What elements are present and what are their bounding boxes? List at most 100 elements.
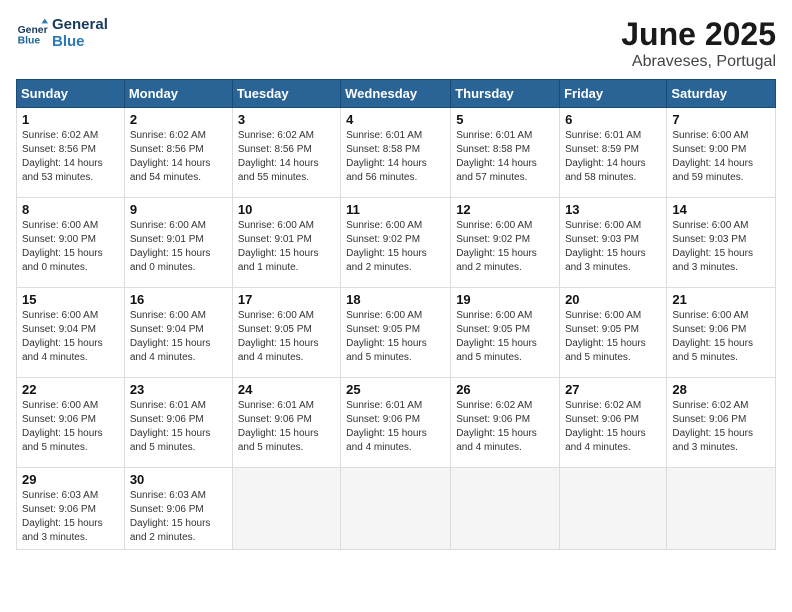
day-info: Sunrise: 6:00 AMSunset: 9:05 PMDaylight:… [346,309,445,365]
logo-general: General [52,16,108,33]
day-info: Sunrise: 6:02 AMSunset: 8:56 PMDaylight:… [238,129,335,185]
day-cell-12: 12Sunrise: 6:00 AMSunset: 9:02 PMDayligh… [451,198,560,288]
day-number: 26 [456,382,554,397]
day-number: 24 [238,382,335,397]
day-number: 3 [238,112,335,127]
day-cell-9: 9 Sunrise: 6:00 AMSunset: 9:01 PMDaylight… [124,198,232,288]
day-cell-28: 28Sunrise: 6:02 AMSunset: 9:06 PMDayligh… [667,378,776,468]
day-info: Sunrise: 6:00 AMSunset: 9:00 PMDaylight:… [672,129,770,185]
weekday-header-tuesday: Tuesday [232,80,340,108]
day-number: 4 [346,112,445,127]
day-number: 18 [346,292,445,307]
logo-icon: General Blue [16,17,48,49]
day-number: 6 [565,112,661,127]
day-cell-1: 1 Sunrise: 6:02 AMSunset: 8:56 PMDaylight… [17,108,125,198]
weekday-header-monday: Monday [124,80,232,108]
day-info: Sunrise: 6:02 AMSunset: 9:06 PMDaylight:… [456,399,554,455]
day-number: 1 [22,112,119,127]
day-cell-29: 29Sunrise: 6:03 AMSunset: 9:06 PMDayligh… [17,468,125,550]
empty-cell [560,468,667,550]
day-number: 5 [456,112,554,127]
day-number: 25 [346,382,445,397]
day-number: 22 [22,382,119,397]
week-row-2: 8 Sunrise: 6:00 AMSunset: 9:00 PMDaylight… [17,198,776,288]
day-cell-17: 17Sunrise: 6:00 AMSunset: 9:05 PMDayligh… [232,288,340,378]
day-number: 21 [672,292,770,307]
day-info: Sunrise: 6:00 AMSunset: 9:06 PMDaylight:… [672,309,770,365]
day-info: Sunrise: 6:00 AMSunset: 9:03 PMDaylight:… [565,219,661,275]
day-info: Sunrise: 6:00 AMSunset: 9:02 PMDaylight:… [456,219,554,275]
day-info: Sunrise: 6:00 AMSunset: 9:01 PMDaylight:… [238,219,335,275]
day-info: Sunrise: 6:00 AMSunset: 9:04 PMDaylight:… [22,309,119,365]
day-info: Sunrise: 6:01 AMSunset: 9:06 PMDaylight:… [130,399,227,455]
day-info: Sunrise: 6:02 AMSunset: 8:56 PMDaylight:… [22,129,119,185]
day-number: 20 [565,292,661,307]
empty-cell [451,468,560,550]
day-cell-7: 7Sunrise: 6:00 AMSunset: 9:00 PMDaylight… [667,108,776,198]
weekday-header-row: SundayMondayTuesdayWednesdayThursdayFrid… [17,80,776,108]
weekday-header-wednesday: Wednesday [341,80,451,108]
day-number: 19 [456,292,554,307]
day-info: Sunrise: 6:00 AMSunset: 9:01 PMDaylight:… [130,219,227,275]
day-cell-19: 19 Sunrise: 6:00 AMSunset: 9:05 PMDayligh… [451,288,560,378]
empty-cell [232,468,340,550]
day-info: Sunrise: 6:00 AMSunset: 9:04 PMDaylight:… [130,309,227,365]
day-cell-5: 5 Sunrise: 6:01 AMSunset: 8:58 PMDaylight… [451,108,560,198]
day-cell-27: 27 Sunrise: 6:02 AMSunset: 9:06 PMDayligh… [560,378,667,468]
day-number: 13 [565,202,661,217]
logo-blue: Blue [52,33,108,50]
day-cell-2: 2Sunrise: 6:02 AMSunset: 8:56 PMDaylight… [124,108,232,198]
day-cell-23: 23Sunrise: 6:01 AMSunset: 9:06 PMDayligh… [124,378,232,468]
day-number: 28 [672,382,770,397]
svg-text:General: General [18,25,48,36]
day-info: Sunrise: 6:02 AMSunset: 9:06 PMDaylight:… [565,399,661,455]
day-cell-24: 24 Sunrise: 6:01 AMSunset: 9:06 PMDayligh… [232,378,340,468]
svg-text:Blue: Blue [18,35,41,46]
day-info: Sunrise: 6:01 AMSunset: 9:06 PMDaylight:… [238,399,335,455]
day-info: Sunrise: 6:01 AMSunset: 8:59 PMDaylight:… [565,129,661,185]
week-row-5: 29Sunrise: 6:03 AMSunset: 9:06 PMDayligh… [17,468,776,550]
weekday-header-friday: Friday [560,80,667,108]
day-number: 9 [130,202,227,217]
day-cell-25: 25 Sunrise: 6:01 AMSunset: 9:06 PMDayligh… [341,378,451,468]
day-cell-6: 6 Sunrise: 6:01 AMSunset: 8:59 PMDaylight… [560,108,667,198]
day-cell-20: 20 Sunrise: 6:00 AMSunset: 9:05 PMDayligh… [560,288,667,378]
day-cell-14: 14 Sunrise: 6:00 AMSunset: 9:03 PMDayligh… [667,198,776,288]
title-area: June 2025 Abraveses, Portugal [621,16,776,71]
logo: General Blue General Blue [16,16,108,50]
day-cell-4: 4Sunrise: 6:01 AMSunset: 8:58 PMDaylight… [341,108,451,198]
day-info: Sunrise: 6:02 AMSunset: 8:56 PMDaylight:… [130,129,227,185]
day-number: 27 [565,382,661,397]
empty-cell [341,468,451,550]
day-cell-21: 21 Sunrise: 6:00 AMSunset: 9:06 PMDayligh… [667,288,776,378]
month-title: June 2025 [621,16,776,53]
day-cell-13: 13 Sunrise: 6:00 AMSunset: 9:03 PMDayligh… [560,198,667,288]
day-info: Sunrise: 6:01 AMSunset: 8:58 PMDaylight:… [456,129,554,185]
day-cell-10: 10 Sunrise: 6:00 AMSunset: 9:01 PMDayligh… [232,198,340,288]
day-number: 17 [238,292,335,307]
week-row-1: 1 Sunrise: 6:02 AMSunset: 8:56 PMDaylight… [17,108,776,198]
day-cell-26: 26 Sunrise: 6:02 AMSunset: 9:06 PMDayligh… [451,378,560,468]
day-info: Sunrise: 6:00 AMSunset: 9:06 PMDaylight:… [22,399,119,455]
empty-cell [667,468,776,550]
day-number: 14 [672,202,770,217]
day-info: Sunrise: 6:03 AMSunset: 9:06 PMDaylight:… [22,489,119,545]
header: General Blue General Blue June 2025 Abra… [16,16,776,71]
day-info: Sunrise: 6:00 AMSunset: 9:05 PMDaylight:… [565,309,661,365]
day-info: Sunrise: 6:01 AMSunset: 9:06 PMDaylight:… [346,399,445,455]
location-title: Abraveses, Portugal [621,53,776,71]
day-info: Sunrise: 6:03 AMSunset: 9:06 PMDaylight:… [130,489,227,545]
day-cell-3: 3 Sunrise: 6:02 AMSunset: 8:56 PMDaylight… [232,108,340,198]
day-info: Sunrise: 6:00 AMSunset: 9:05 PMDaylight:… [456,309,554,365]
day-info: Sunrise: 6:00 AMSunset: 9:00 PMDaylight:… [22,219,119,275]
week-row-4: 22 Sunrise: 6:00 AMSunset: 9:06 PMDayligh… [17,378,776,468]
day-info: Sunrise: 6:00 AMSunset: 9:02 PMDaylight:… [346,219,445,275]
day-number: 16 [130,292,227,307]
day-number: 10 [238,202,335,217]
day-info: Sunrise: 6:00 AMSunset: 9:03 PMDaylight:… [672,219,770,275]
weekday-header-sunday: Sunday [17,80,125,108]
calendar: SundayMondayTuesdayWednesdayThursdayFrid… [16,79,776,550]
day-number: 8 [22,202,119,217]
day-number: 30 [130,472,227,487]
weekday-header-thursday: Thursday [451,80,560,108]
